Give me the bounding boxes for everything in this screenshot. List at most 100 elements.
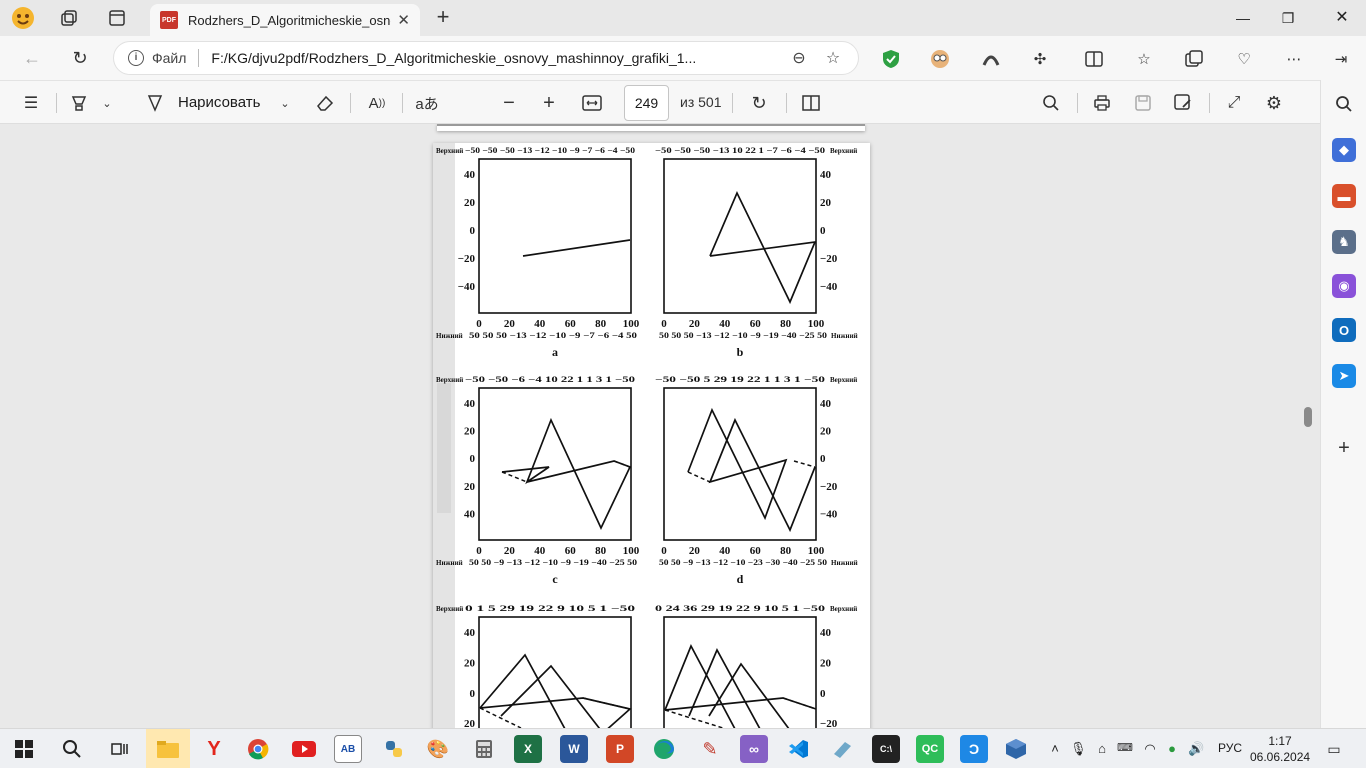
search-icon[interactable] [58,735,86,763]
chrome-icon[interactable] [244,735,272,763]
powerpoint-icon[interactable]: P [606,735,634,763]
tab-actions-icon[interactable] [104,6,130,30]
back-button[interactable]: ← [18,46,46,70]
address-url[interactable]: F:/KG/djvu2pdf/Rodzhers_D_Algoritmichesk… [211,50,776,66]
close-window-button[interactable]: ✕ [1327,6,1357,30]
panel-top-values: 0 1 5 29 19 22 9 10 5 1 −50 [465,604,635,613]
games-icon[interactable]: ♞ [1332,230,1356,254]
zoom-icon[interactable]: ⊖ [788,48,810,68]
keyboard-layout-icon[interactable]: ⌨ [1117,741,1133,754]
save-icon[interactable] [1130,89,1156,117]
favorites-list-icon[interactable]: ☆ [1133,48,1155,70]
pdf-viewer[interactable]: Верхний −50 −50 −50 −13 −12 −10 −9 −7 −6 … [0,124,1320,728]
refresh-button[interactable]: ↻ [66,46,94,70]
clock[interactable]: 1:17 06.06.2024 [1250,733,1310,765]
add-sidebar-app-icon[interactable]: + [1332,436,1356,460]
face-extension-icon[interactable] [929,48,951,70]
y-tick-label: −20 [458,253,476,265]
panel-bottom-values: 50 50 −9 −13 −12 −10 −23 −30 −40 −25 50 [659,558,827,567]
profile-avatar-icon[interactable] [10,6,36,30]
page-view-icon[interactable] [798,89,824,117]
file-explorer-icon[interactable] [146,729,190,768]
panel-top-axis-label: Верхний [436,605,463,613]
notifications-icon[interactable]: ▭ [1326,741,1342,758]
draw-label[interactable]: Нарисовать [178,94,260,111]
task-view-icon[interactable] [106,735,134,763]
send-icon[interactable]: ➤ [1332,364,1356,388]
highlight-icon[interactable] [66,89,92,117]
tools-briefcase-icon[interactable]: ▬ [1332,184,1356,208]
vscode-icon[interactable] [784,735,812,763]
fit-width-icon[interactable] [578,89,606,117]
x-tick-label: 0 [476,545,482,557]
page-number-input[interactable]: 249 [624,85,669,121]
qc-app-icon[interactable]: QC [916,735,944,763]
copilot-icon[interactable]: ◉ [1332,274,1356,298]
search-icon[interactable] [1332,92,1356,116]
python-icon[interactable] [380,735,408,763]
terminal-icon[interactable]: C:\ [872,735,900,763]
youtube-icon[interactable] [290,735,318,763]
save-as-icon[interactable] [1170,89,1196,117]
language-indicator[interactable]: РУС [1218,741,1242,755]
text-tool-icon[interactable]: aあ [413,89,441,117]
browser-essentials-icon[interactable]: ♡ [1233,48,1255,70]
workspaces-icon[interactable] [56,6,82,30]
scrollbar-thumb[interactable] [1304,407,1312,427]
address-bar[interactable]: i Файл F:/KG/djvu2pdf/Rodzhers_D_Algorit… [113,41,859,75]
panel-frame [663,387,817,541]
arc-extension-icon[interactable] [980,48,1002,70]
wifi-icon[interactable]: ◠ [1142,741,1158,757]
start-windows-icon[interactable] [10,735,38,763]
tray-overflow-icon[interactable]: ˄ [1047,741,1063,756]
tab-active[interactable]: PDF Rodzhers_D_Algoritmicheskie_osnovy_m… [150,4,420,36]
restore-button[interactable]: ❐ [1273,6,1303,30]
x-tick-label: 40 [719,545,731,557]
split-screen-icon[interactable] [1083,48,1105,70]
visual-studio-icon[interactable]: ∞ [740,735,768,763]
paint-icon[interactable]: 🎨 [424,735,452,763]
settings-more-icon[interactable]: ⋯ [1283,48,1305,70]
3d-box-app-icon[interactable] [828,735,856,763]
usb-icon[interactable]: ⌂ [1094,741,1110,756]
eraser-icon[interactable] [312,89,338,117]
app-blue-icon[interactable]: Ͻ [960,735,988,763]
collections-icon[interactable] [1183,48,1205,70]
edge-icon[interactable] [650,735,678,763]
read-aloud-icon[interactable]: A)) [363,89,391,117]
virtualbox-icon[interactable] [1002,735,1030,763]
new-tab-button[interactable]: + [430,6,456,30]
pdf-settings-icon[interactable]: ⚙ [1261,89,1287,117]
edge-sidebar: ◆ ▬ ♞ ◉ O ➤ + [1320,80,1366,728]
rotate-icon[interactable]: ↻ [746,89,772,117]
zoom-in-icon[interactable]: + [536,89,562,117]
minimize-button[interactable]: — [1228,6,1258,30]
paint-brush-app-icon[interactable]: ✎ [696,735,724,763]
sidebar-toggle-icon[interactable]: ⇥ [1330,48,1352,70]
surface-curve [479,697,632,728]
calculator-icon[interactable] [470,735,498,763]
extensions-puzzle-icon[interactable]: ✣ [1029,48,1051,70]
excel-icon[interactable]: X [514,735,542,763]
surface-curve [709,190,817,305]
shopping-tag-icon[interactable]: ◆ [1332,138,1356,162]
yandex-browser-icon[interactable]: Y [200,735,228,763]
vpn-icon[interactable]: ● [1164,741,1180,756]
volume-icon[interactable]: 🔊 [1188,741,1204,757]
outlook-icon[interactable]: O [1332,318,1356,342]
favorite-star-icon[interactable]: ☆ [822,48,844,68]
zoom-out-icon[interactable]: − [496,89,522,117]
microphone-icon[interactable]: 🎙 [1070,741,1087,757]
tab-close-icon[interactable]: ✕ [397,11,410,29]
draw-icon[interactable] [142,89,168,117]
shield-extension-icon[interactable] [880,48,902,70]
word-icon[interactable]: W [560,735,588,763]
contents-icon[interactable]: ☰ [18,89,44,117]
draw-dropdown-icon[interactable]: ⌄ [276,89,294,117]
print-icon[interactable] [1089,89,1115,117]
highlight-dropdown-icon[interactable]: ⌄ [98,89,116,117]
abnet-icon[interactable]: AB [334,735,362,763]
search-icon[interactable] [1038,89,1064,117]
site-info-icon[interactable]: i [128,50,144,66]
fullscreen-icon[interactable]: ⤢ [1221,89,1247,117]
